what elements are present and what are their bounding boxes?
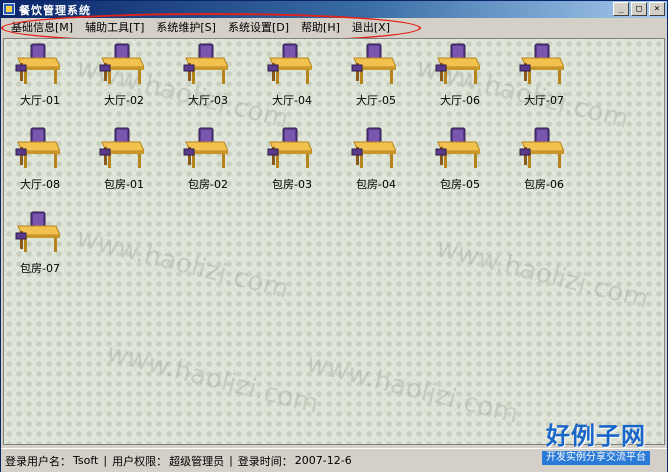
dining-table-icon	[267, 43, 312, 84]
main-window: 餐饮管理系统 _ □ × 基础信息[M] 辅助工具[T] 系统维护[S] 系统设…	[0, 0, 668, 472]
table-item[interactable]: 大厅-08	[8, 127, 78, 193]
brand-logo: 好例子网 开发实例分享交流平台	[531, 423, 661, 467]
dining-table-icon	[267, 127, 312, 168]
table-item[interactable]: 大厅-02	[92, 43, 162, 109]
minimize-button[interactable]: _	[613, 2, 629, 16]
dining-table-icon	[183, 43, 228, 84]
table-grid: 大厅-01 大厅-02 大厅-03 大厅-04 大厅-05 大厅-06 大厅-07 大厅-08…	[4, 39, 664, 444]
table-item[interactable]: 包房-02	[176, 127, 246, 193]
menu-maintenance[interactable]: 系统维护[S]	[150, 19, 222, 36]
menu-settings[interactable]: 系统设置[D]	[222, 19, 295, 36]
maximize-button[interactable]: □	[631, 2, 647, 16]
table-item[interactable]: 大厅-06	[428, 43, 498, 109]
table-item[interactable]: 包房-05	[428, 127, 498, 193]
table-label: 大厅-06	[440, 94, 480, 107]
title-bar[interactable]: 餐饮管理系统 _ □ ×	[1, 1, 667, 18]
dining-table-icon	[351, 127, 396, 168]
table-label: 大厅-04	[272, 94, 312, 107]
table-item[interactable]: 包房-06	[512, 127, 582, 193]
table-item[interactable]: 大厅-04	[260, 43, 330, 109]
status-role-label: 用户权限：	[112, 454, 168, 468]
table-label: 包房-07	[20, 262, 60, 275]
dining-table-icon	[15, 43, 60, 84]
table-item[interactable]: 大厅-07	[512, 43, 582, 109]
dining-table-icon	[519, 43, 564, 84]
menu-basic-info[interactable]: 基础信息[M]	[5, 19, 79, 36]
table-label: 包房-02	[188, 178, 228, 191]
brand-title: 好例子网	[546, 421, 646, 450]
table-label: 包房-04	[356, 178, 396, 191]
dining-table-icon	[435, 43, 480, 84]
table-item[interactable]: 包房-04	[344, 127, 414, 193]
table-label: 大厅-01	[20, 94, 60, 107]
dining-table-icon	[435, 127, 480, 168]
table-label: 大厅-03	[188, 94, 228, 107]
menu-tools[interactable]: 辅助工具[T]	[79, 19, 150, 36]
status-role: 超级管理员	[169, 454, 225, 468]
menu-exit[interactable]: 退出[X]	[346, 19, 396, 36]
table-item[interactable]: 大厅-01	[8, 43, 78, 109]
status-time: 2007-12-6	[294, 454, 352, 467]
table-item[interactable]: 大厅-05	[344, 43, 414, 109]
dining-table-icon	[351, 43, 396, 84]
status-user: Tsoft	[73, 454, 99, 467]
app-icon[interactable]	[3, 3, 15, 15]
table-label: 大厅-07	[524, 94, 564, 107]
dining-table-icon	[99, 43, 144, 84]
window-controls: _ □ ×	[613, 2, 665, 16]
table-area: www.haolizi.com www.haolizi.com www.haol…	[3, 38, 665, 445]
brand-subtitle: 开发实例分享交流平台	[542, 451, 650, 465]
dining-table-icon	[519, 127, 564, 168]
status-user-label: 登录用户名：	[5, 454, 71, 468]
close-button[interactable]: ×	[649, 2, 665, 16]
table-item[interactable]: 大厅-03	[176, 43, 246, 109]
menu-help[interactable]: 帮助[H]	[295, 19, 346, 36]
menu-bar: 基础信息[M] 辅助工具[T] 系统维护[S] 系统设置[D] 帮助[H] 退出…	[1, 18, 667, 37]
status-separator: |	[103, 454, 108, 467]
table-item[interactable]: 包房-07	[8, 211, 78, 277]
table-label: 包房-03	[272, 178, 312, 191]
table-label: 包房-01	[104, 178, 144, 191]
table-item[interactable]: 包房-03	[260, 127, 330, 193]
table-label: 包房-06	[524, 178, 564, 191]
table-label: 大厅-08	[20, 178, 60, 191]
table-label: 包房-05	[440, 178, 480, 191]
status-time-label: 登录时间：	[237, 454, 293, 468]
table-label: 大厅-05	[356, 94, 396, 107]
dining-table-icon	[15, 127, 60, 168]
dining-table-icon	[99, 127, 144, 168]
table-label: 大厅-02	[104, 94, 144, 107]
dining-table-icon	[183, 127, 228, 168]
dining-table-icon	[15, 211, 60, 252]
status-separator: |	[229, 454, 233, 467]
window-title: 餐饮管理系统	[19, 4, 91, 17]
table-item[interactable]: 包房-01	[92, 127, 162, 193]
